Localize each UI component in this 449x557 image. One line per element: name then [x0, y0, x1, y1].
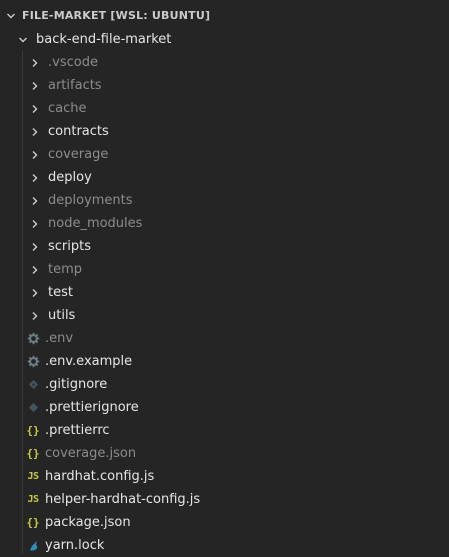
file-label: helper-hardhat-config.js — [45, 492, 201, 507]
json-icon: {} — [26, 447, 40, 460]
chevron-right-icon — [28, 56, 42, 70]
folder-utils[interactable]: utils — [0, 304, 449, 327]
file-prettierignore[interactable]: .prettierignore — [0, 396, 449, 419]
json-icon: {} — [26, 516, 40, 529]
chevron-right-icon — [28, 309, 42, 323]
folder-vscode[interactable]: .vscode — [0, 51, 449, 74]
git-icon — [25, 377, 41, 393]
folder-label: deploy — [48, 170, 92, 185]
file-helper-hardhat-config-js[interactable]: JS helper-hardhat-config.js — [0, 488, 449, 511]
project-folder-label: back-end-file-market — [36, 32, 172, 47]
folder-label: .vscode — [48, 55, 98, 70]
file-label: .env — [45, 331, 74, 346]
file-prettierrc[interactable]: {} .prettierrc — [0, 419, 449, 442]
folder-label: utils — [48, 308, 76, 323]
chevron-down-icon — [4, 9, 18, 23]
folder-label: contracts — [48, 124, 109, 139]
folder-label: cache — [48, 101, 87, 116]
folder-test[interactable]: test — [0, 281, 449, 304]
folder-label: scripts — [48, 239, 91, 254]
yarn-icon — [25, 538, 41, 554]
folder-label: node_modules — [48, 216, 143, 231]
file-label: .env.example — [45, 354, 133, 369]
chevron-right-icon — [28, 194, 42, 208]
diamond-icon — [25, 400, 41, 416]
file-coverage-json[interactable]: {} coverage.json — [0, 442, 449, 465]
file-gitignore[interactable]: .gitignore — [0, 373, 449, 396]
chevron-right-icon — [28, 148, 42, 162]
file-label: package.json — [45, 515, 131, 530]
chevron-right-icon — [28, 240, 42, 254]
folder-node-modules[interactable]: node_modules — [0, 212, 449, 235]
chevron-right-icon — [28, 79, 42, 93]
file-package-json[interactable]: {} package.json — [0, 511, 449, 534]
chevron-down-icon — [16, 33, 30, 47]
workspace-title: FILE-MARKET [WSL: UBUNTU] — [22, 9, 211, 22]
chevron-right-icon — [28, 263, 42, 277]
js-icon: JS — [27, 494, 39, 505]
folder-label: coverage — [48, 147, 109, 162]
chevron-right-icon — [28, 125, 42, 139]
gear-icon — [25, 354, 41, 370]
file-hardhat-config-js[interactable]: JS hardhat.config.js — [0, 465, 449, 488]
chevron-right-icon — [28, 286, 42, 300]
folder-contracts[interactable]: contracts — [0, 120, 449, 143]
file-env[interactable]: .env — [0, 327, 449, 350]
explorer-panel: FILE-MARKET [WSL: UBUNTU] back-end-file-… — [0, 0, 449, 554]
chevron-right-icon — [28, 217, 42, 231]
chevron-right-icon — [28, 102, 42, 116]
gear-icon — [25, 331, 41, 347]
folder-artifacts[interactable]: artifacts — [0, 74, 449, 97]
json-icon: {} — [26, 424, 40, 437]
folder-deploy[interactable]: deploy — [0, 166, 449, 189]
js-icon: JS — [27, 471, 39, 482]
file-label: .prettierrc — [45, 423, 110, 438]
file-label: hardhat.config.js — [45, 469, 155, 484]
folder-label: artifacts — [48, 78, 102, 93]
folder-scripts[interactable]: scripts — [0, 235, 449, 258]
folder-label: deployments — [48, 193, 133, 208]
file-env-example[interactable]: .env.example — [0, 350, 449, 373]
folder-cache[interactable]: cache — [0, 97, 449, 120]
file-label: coverage.json — [45, 446, 137, 461]
file-label: yarn.lock — [45, 538, 105, 553]
explorer-root-header[interactable]: FILE-MARKET [WSL: UBUNTU] — [0, 4, 449, 27]
file-label: .gitignore — [45, 377, 108, 392]
folder-label: test — [48, 285, 73, 300]
project-folder[interactable]: back-end-file-market — [0, 28, 449, 51]
folder-label: temp — [48, 262, 83, 277]
chevron-right-icon — [28, 171, 42, 185]
folder-deployments[interactable]: deployments — [0, 189, 449, 212]
folder-temp[interactable]: temp — [0, 258, 449, 281]
folder-coverage[interactable]: coverage — [0, 143, 449, 166]
file-label: .prettierignore — [45, 400, 139, 415]
